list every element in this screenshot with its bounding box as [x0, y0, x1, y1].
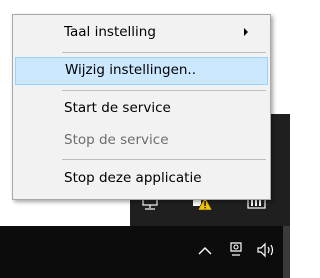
taskbar-edge: [283, 226, 290, 278]
menu-item-label: Taal instelling: [64, 24, 156, 40]
submenu-arrow-icon: [244, 28, 248, 36]
menu-item-taal-instelling[interactable]: Taal instelling: [15, 19, 268, 47]
menu-separator: [62, 159, 266, 160]
menu-item-start-service[interactable]: Start de service: [15, 95, 268, 123]
taskbar: [0, 226, 290, 278]
menu-item-label: Wijzig instellingen..: [65, 62, 197, 78]
menu-item-label: Stop de service: [64, 132, 169, 148]
desktop-screen: Taal instelling Wijzig instellingen.. St…: [0, 0, 290, 278]
menu-item-stop-applicatie[interactable]: Stop deze applicatie: [15, 165, 268, 193]
menu-separator: [62, 52, 266, 53]
menu-item-label: Start de service: [64, 100, 171, 116]
menu-item-stop-service: Stop de service: [15, 127, 268, 155]
meet-now-icon[interactable]: [228, 240, 244, 258]
chevron-up-icon[interactable]: [197, 245, 213, 257]
menu-separator: [62, 90, 266, 91]
volume-icon[interactable]: [256, 242, 278, 258]
context-menu: Taal instelling Wijzig instellingen.. St…: [12, 14, 271, 200]
menu-item-wijzig-instellingen[interactable]: Wijzig instellingen..: [15, 57, 268, 85]
menu-item-label: Stop deze applicatie: [64, 170, 202, 186]
